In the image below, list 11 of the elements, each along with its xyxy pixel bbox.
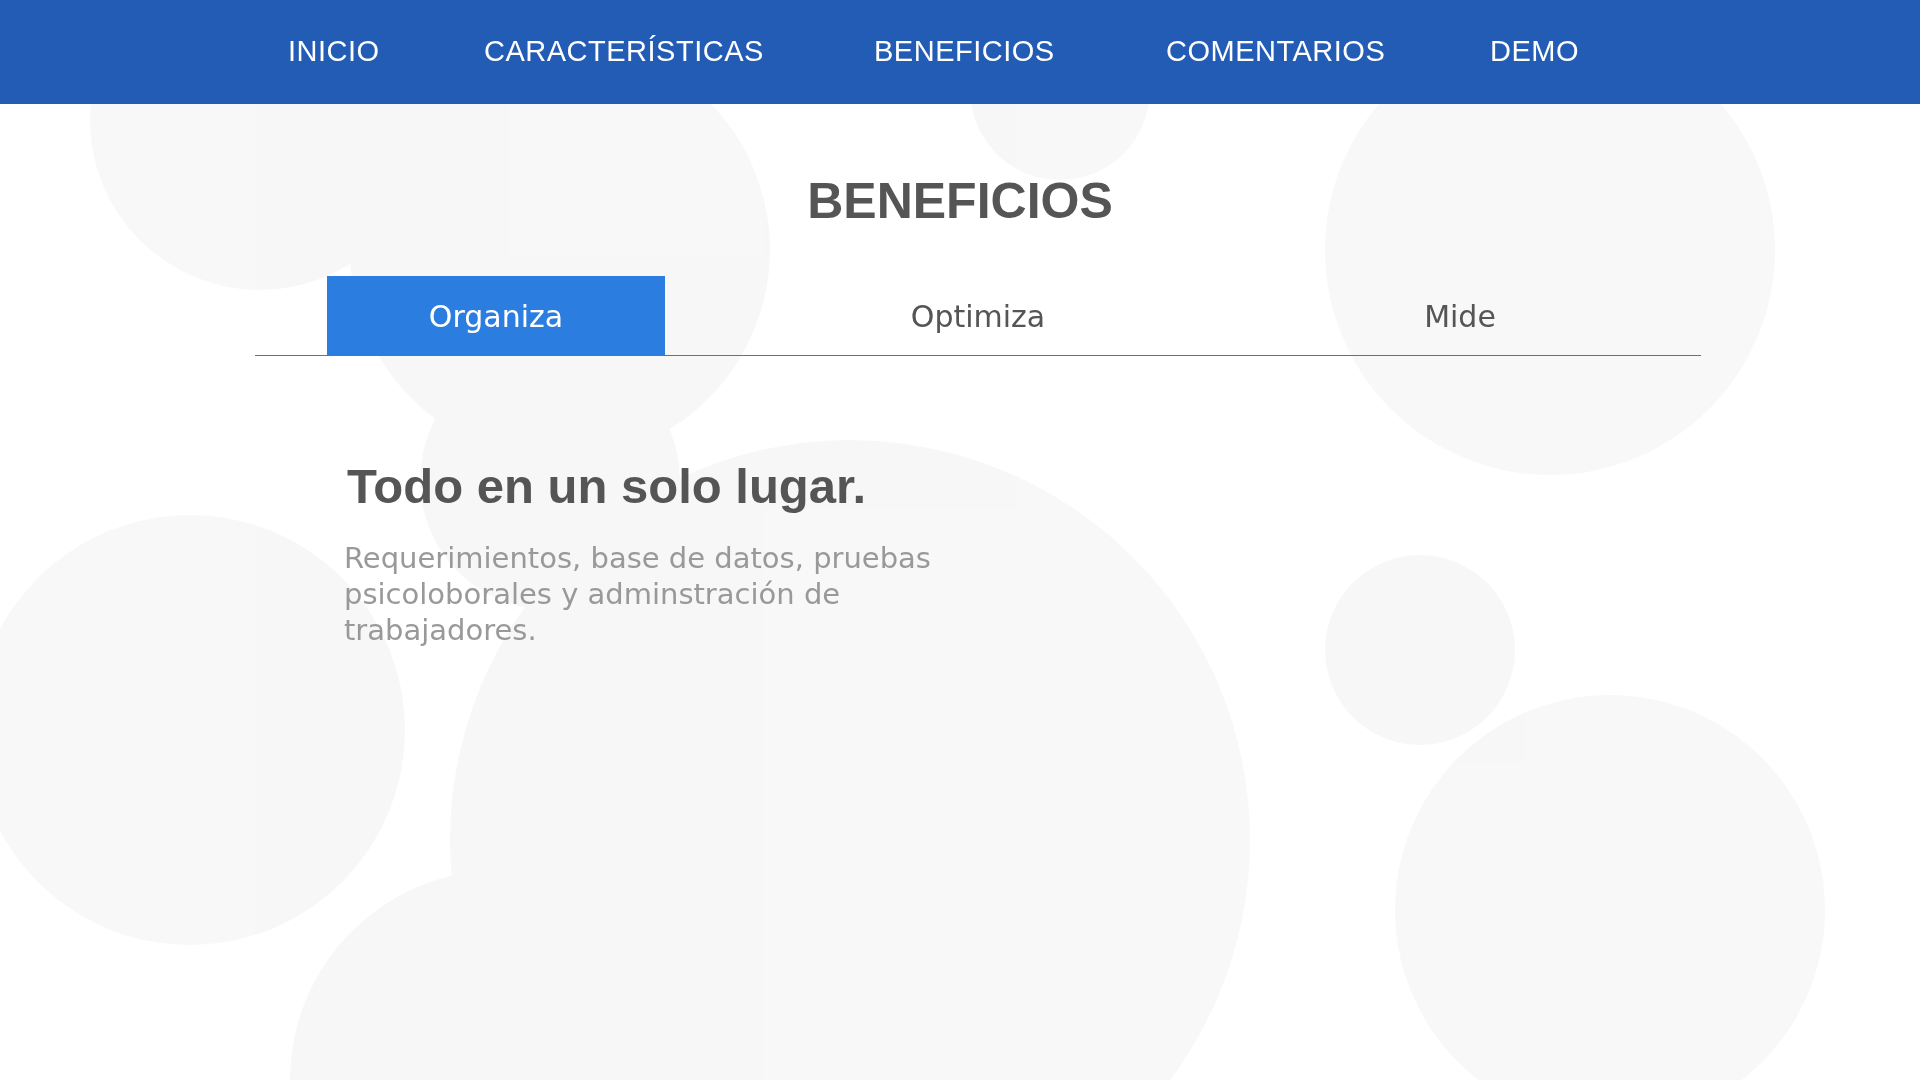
- tab[interactable]: Organiza: [327, 276, 665, 356]
- nav-link[interactable]: DEMO: [1490, 30, 1579, 74]
- tab[interactable]: Optimiza: [809, 276, 1147, 356]
- tab[interactable]: Mide: [1291, 276, 1629, 356]
- nav-link[interactable]: BENEFICIOS: [874, 30, 1055, 74]
- panel-text: Requerimientos, base de datos, pruebas psicoloborales y adminstración de trabajadores.: [344, 539, 932, 648]
- nav-link[interactable]: CARACTERÍSTICAS: [484, 30, 764, 74]
- section-title: BENEFICIOS: [806, 172, 1114, 226]
- panel-heading: Todo en un solo lugar.: [347, 460, 868, 514]
- nav-link[interactable]: COMENTARIOS: [1166, 30, 1386, 74]
- nav-link[interactable]: INICIO: [288, 30, 380, 74]
